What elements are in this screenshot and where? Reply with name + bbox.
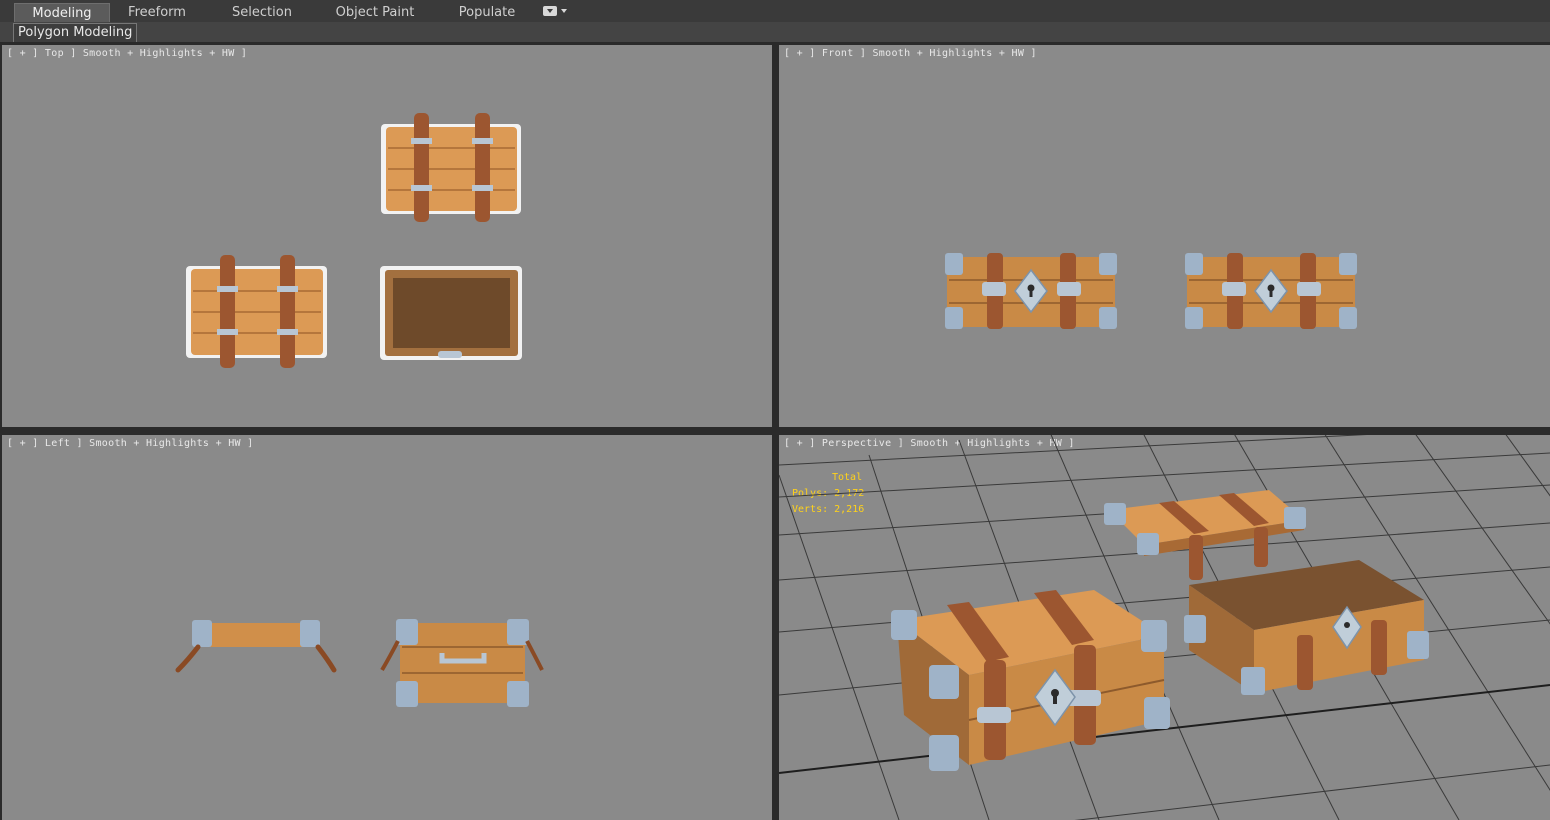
tab-freeform[interactable]: Freeform [112, 3, 202, 22]
top-view-scene [186, 113, 522, 368]
front-view-scene [945, 253, 1357, 329]
ribbon-tab-bar: Modeling Freeform Selection Object Paint… [0, 0, 1550, 23]
perspective-scene [779, 435, 1550, 820]
chest-body-side-view [380, 619, 544, 707]
tab-modeling[interactable]: Modeling [14, 3, 110, 23]
chest-lid-perspective [1104, 490, 1306, 580]
chest-front-view-right [1185, 253, 1357, 329]
chest-closed-top-view [186, 255, 327, 368]
ribbon-panel-bar [0, 22, 1550, 42]
viewport-left[interactable]: [ + ] Left ] Smooth + Highlights + HW ] [2, 435, 772, 820]
chest-closed-perspective [891, 590, 1170, 771]
polygon-modeling-panel[interactable]: Polygon Modeling [13, 23, 138, 43]
viewport-perspective[interactable]: [ + ] Perspective ] Smooth + Highlights … [779, 435, 1550, 820]
ribbon-options-icon[interactable] [543, 6, 557, 16]
chevron-down-icon[interactable] [561, 9, 567, 13]
tab-populate[interactable]: Populate [447, 3, 527, 22]
left-view-scene [175, 619, 544, 707]
tab-object-paint[interactable]: Object Paint [325, 3, 425, 22]
chest-open-top-view [380, 266, 522, 360]
tab-selection[interactable]: Selection [216, 3, 308, 22]
chest-lid-side-view [175, 620, 337, 673]
viewport-top[interactable]: [ + ] Top ] Smooth + Highlights + HW ] [2, 45, 772, 427]
ribbon: Modeling Freeform Selection Object Paint… [0, 0, 1550, 44]
viewport-front[interactable]: [ + ] Front ] Smooth + Highlights + HW ] [779, 45, 1550, 427]
chest-front-view-left [945, 253, 1117, 329]
chest-lid-top-view [381, 113, 521, 222]
